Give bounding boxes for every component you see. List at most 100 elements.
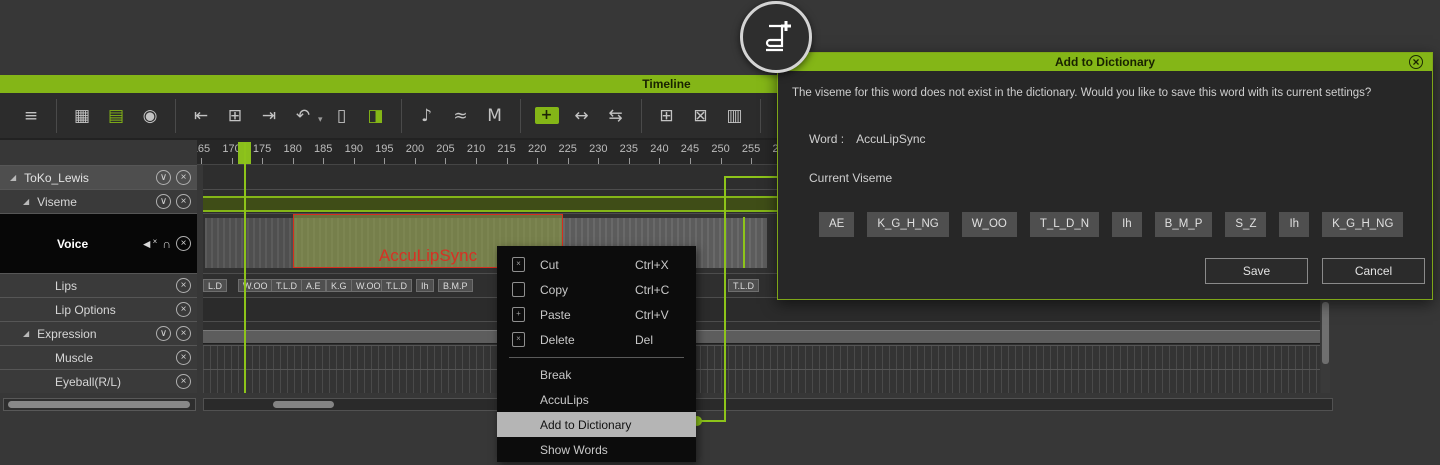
close-track-icon[interactable]: × xyxy=(176,278,191,293)
viseme-button[interactable]: B_M_P xyxy=(1154,212,1213,237)
expression-clip-bar[interactable] xyxy=(203,330,1320,344)
menu-item-add-to-dictionary[interactable]: Add to Dictionary xyxy=(497,412,696,437)
headphone-icon[interactable]: ∩ xyxy=(162,237,171,251)
edit-motion-layer-icon[interactable]: ◉ xyxy=(139,104,161,128)
viseme-button[interactable]: Ih xyxy=(1279,212,1310,237)
frame-columns-icon[interactable]: ▥ xyxy=(724,104,746,128)
track-label: ToKo_Lewis xyxy=(24,170,89,185)
word-label: Word : xyxy=(809,132,845,146)
copy-icon xyxy=(512,282,525,297)
track-list-icon[interactable]: ≡ xyxy=(20,104,42,128)
delete-icon: × xyxy=(512,332,525,347)
track-row-lips[interactable]: Lips × xyxy=(0,273,197,297)
ruler-tick xyxy=(476,158,478,164)
expand-triangle-icon[interactable]: ◢ xyxy=(10,173,16,182)
insert-frame-icon[interactable]: ⊞ xyxy=(656,104,678,128)
mute-icon[interactable]: ◄× xyxy=(141,237,158,251)
track-label: Eyeball(R/L) xyxy=(55,374,122,389)
prev-key-icon[interactable]: ⇤ xyxy=(190,104,212,128)
expand-triangle-icon[interactable]: ◢ xyxy=(23,197,29,206)
fit-region-icon[interactable]: ⇆ xyxy=(605,104,627,128)
collapse-circle-icon[interactable]: ∨ xyxy=(156,170,171,185)
collapse-circle-icon[interactable]: ∨ xyxy=(156,326,171,341)
audio-track-icon[interactable]: ♪ xyxy=(416,104,438,128)
viseme-chip[interactable]: T.L.D xyxy=(728,279,760,292)
viseme-button[interactable]: K_G_H_NG xyxy=(1322,212,1404,237)
viseme-button[interactable]: AE xyxy=(819,212,855,237)
track-panel-scroll-thumb[interactable] xyxy=(8,401,190,408)
viseme-button-row: AE K_G_H_NG W_OO T_L_D_N Ih B_M_P S_Z Ih K_G_H_N… xyxy=(819,212,1404,237)
set-range-icon[interactable]: ◨ xyxy=(365,104,387,128)
viseme-chip[interactable]: K.G xyxy=(326,279,352,292)
add-key-icon[interactable]: ⊞ xyxy=(224,104,246,128)
track-row-viseme[interactable]: ◢ Viseme ∨ × xyxy=(0,189,197,213)
track-row-muscle[interactable]: Muscle × xyxy=(0,345,197,369)
viseme-button[interactable]: Ih xyxy=(1112,212,1142,237)
save-button[interactable]: Save xyxy=(1205,258,1308,284)
viseme-chip[interactable]: B.M.P xyxy=(438,279,473,292)
close-track-icon[interactable]: × xyxy=(176,374,191,389)
ruler-tick xyxy=(506,158,508,164)
sample-motion-icon[interactable]: ▯ xyxy=(331,104,353,128)
collapse-circle-icon[interactable]: ∨ xyxy=(156,194,171,209)
menu-item-break[interactable]: Break xyxy=(497,362,696,387)
stretch-clip-icon[interactable]: ↔ xyxy=(571,104,593,128)
dialog-close-icon[interactable]: × xyxy=(1409,55,1423,69)
viseme-button[interactable]: K_G_H_NG xyxy=(867,212,949,237)
viseme-button[interactable]: T_L_D_N xyxy=(1029,212,1100,237)
track-row-expression[interactable]: ◢ Expression ∨ × xyxy=(0,321,197,345)
viseme-button[interactable]: S_Z xyxy=(1225,212,1267,237)
track-row-eyeball[interactable]: Eyeball(R/L) × xyxy=(0,369,197,393)
menu-item-acculips[interactable]: AccuLips xyxy=(497,387,696,412)
ruler-tick xyxy=(567,158,569,164)
ruler-frame-label: 175 xyxy=(252,143,272,155)
collect-clip-icon[interactable]: ▤ xyxy=(105,104,127,128)
track-row-toko-lewis[interactable]: ◢ ToKo_Lewis ∨ × xyxy=(0,165,197,189)
create-clip-icon[interactable]: + xyxy=(534,107,559,124)
track-row-lip-options[interactable]: Lip Options × xyxy=(0,297,197,321)
dialog-titlebar[interactable]: Add to Dictionary × xyxy=(778,53,1432,71)
menu-item-paste[interactable]: + Paste Ctrl+V xyxy=(497,302,696,327)
viseme-chip[interactable]: Ih xyxy=(416,279,434,292)
motion-clip-icon[interactable]: M xyxy=(484,104,506,128)
menu-item-show-words[interactable]: Show Words xyxy=(497,437,696,462)
viseme-chip[interactable]: L.D xyxy=(203,279,228,292)
timeline-v-scroll-thumb[interactable] xyxy=(1322,302,1329,364)
remove-key-icon[interactable]: ↶ xyxy=(292,104,314,128)
close-track-icon[interactable]: × xyxy=(176,170,191,185)
playhead-line[interactable] xyxy=(244,143,246,393)
viseme-chip[interactable]: T.L.D xyxy=(381,279,413,292)
shortcut-label: Ctrl+C xyxy=(635,282,670,297)
viseme-button[interactable]: W_OO xyxy=(961,212,1017,237)
close-track-icon[interactable]: × xyxy=(176,194,191,209)
add-track-icon[interactable]: ▦ xyxy=(71,104,93,128)
viseme-chip[interactable]: T.L.D xyxy=(271,279,303,292)
next-key-icon[interactable]: ⇥ xyxy=(258,104,280,128)
app-root: Timeline ≡▦▤◉⇤⊞⇥↶▾▯◨♪≈M+↔⇆⊞⊠▥⊕▾ ◢ ToKo_L… xyxy=(0,0,1440,465)
expand-triangle-icon[interactable]: ◢ xyxy=(23,329,29,338)
ruler-tick xyxy=(598,158,600,164)
viseme-chip[interactable]: A.E xyxy=(301,279,326,292)
add-to-dictionary-dialog: Add to Dictionary × The viseme for this … xyxy=(777,52,1433,300)
cancel-button[interactable]: Cancel xyxy=(1322,258,1425,284)
menu-item-delete[interactable]: × Delete Del xyxy=(497,327,696,352)
menu-separator xyxy=(509,357,684,358)
close-track-icon[interactable]: × xyxy=(176,350,191,365)
close-track-icon[interactable]: × xyxy=(176,302,191,317)
close-track-icon[interactable]: × xyxy=(176,236,191,251)
shortcut-label: Ctrl+V xyxy=(635,307,669,322)
lip-options-track-lane[interactable] xyxy=(203,297,1320,321)
timeline-h-scrollbar[interactable] xyxy=(203,398,1333,411)
ruler-frame-label: 200 xyxy=(405,143,425,155)
timeline-h-scroll-thumb[interactable] xyxy=(273,401,334,408)
lip-sync-icon[interactable]: ≈ xyxy=(450,104,472,128)
dialog-message: The viseme for this word does not exist … xyxy=(792,87,1372,99)
track-row-voice[interactable]: Voice ◄× ∩ × xyxy=(0,213,197,273)
close-track-icon[interactable]: × xyxy=(176,326,191,341)
ruler-tick xyxy=(414,158,416,164)
remove-key-icon-caret[interactable]: ▾ xyxy=(318,115,323,125)
menu-item-copy[interactable]: Copy Ctrl+C xyxy=(497,277,696,302)
menu-item-cut[interactable]: × Cut Ctrl+X xyxy=(497,252,696,277)
delete-frame-icon[interactable]: ⊠ xyxy=(690,104,712,128)
track-panel-scrollbar[interactable] xyxy=(3,398,196,411)
